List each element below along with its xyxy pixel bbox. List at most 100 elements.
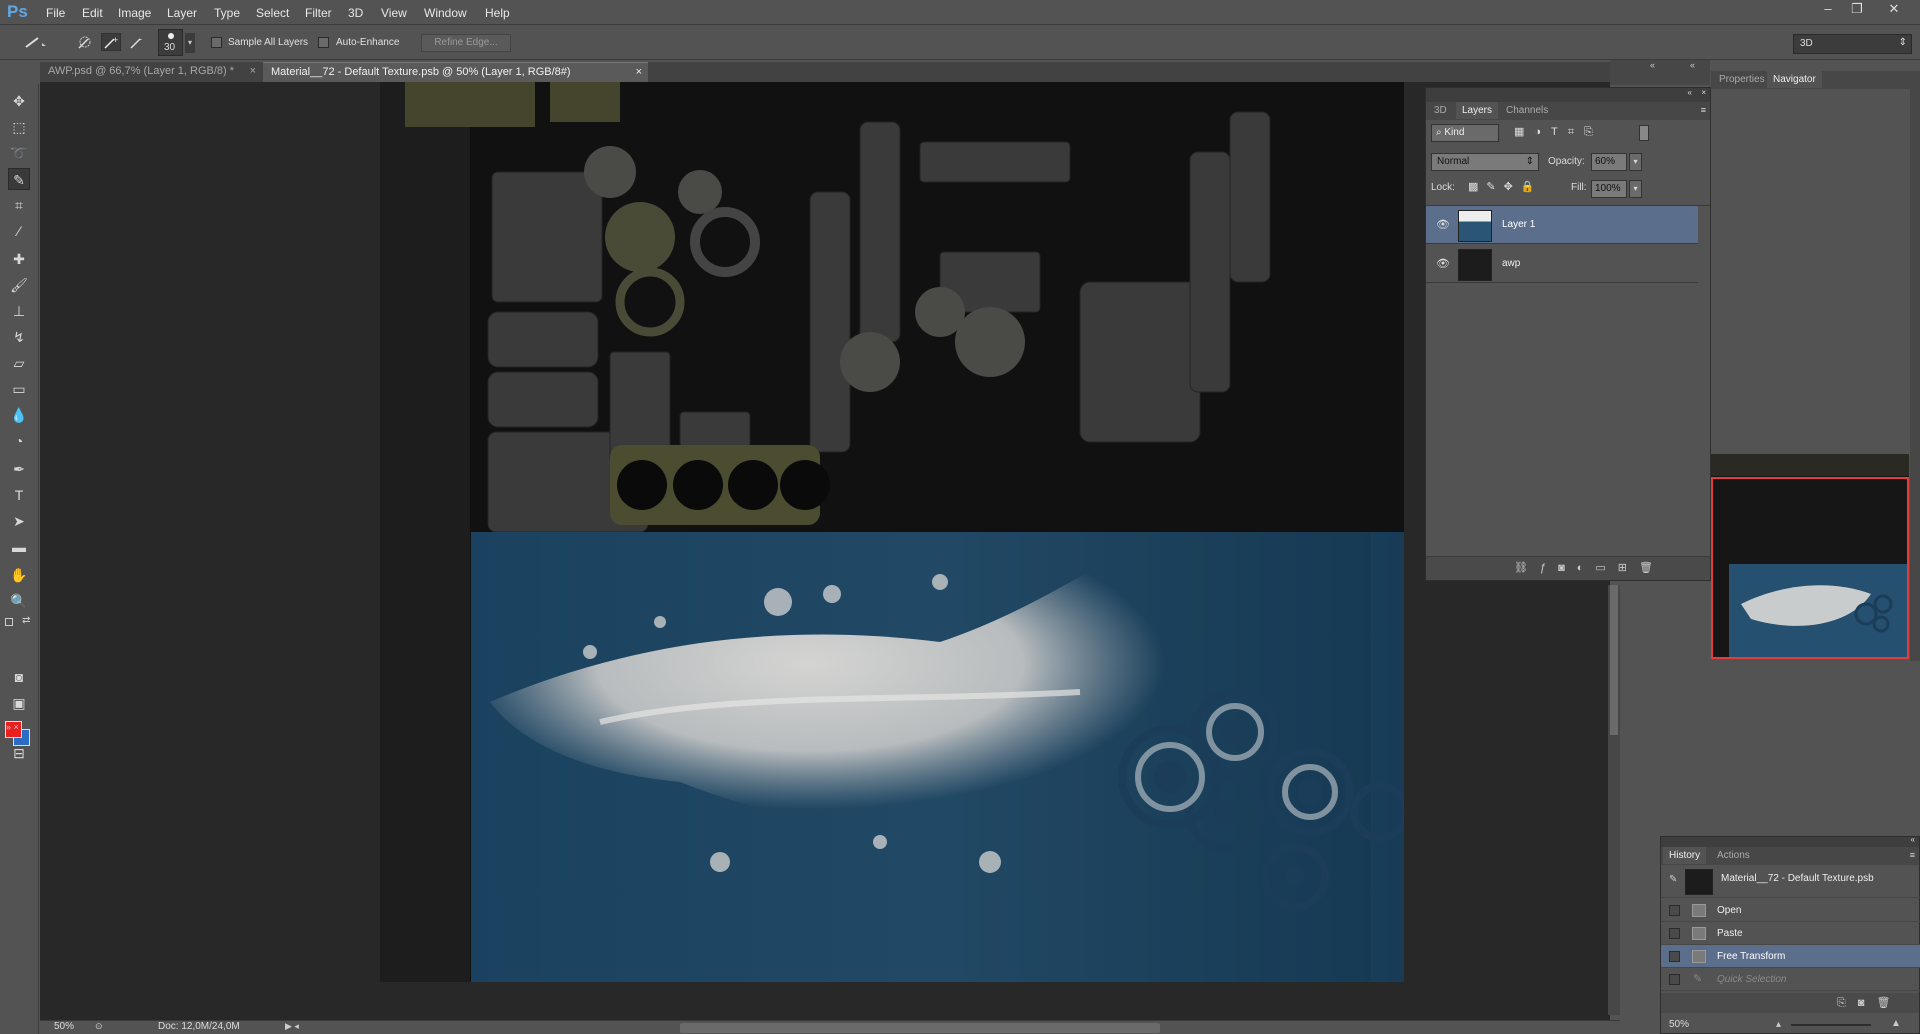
quick-mask-icon[interactable]: ◙: [8, 666, 30, 688]
status-info-icon[interactable]: ⊙: [95, 1021, 103, 1032]
menu-window[interactable]: Window: [424, 6, 467, 20]
chevron-down-icon[interactable]: ▾: [1629, 153, 1642, 171]
zoom-tool-icon[interactable]: 🔍: [8, 590, 30, 612]
tab-navigator[interactable]: Navigator: [1767, 71, 1822, 88]
tab-properties[interactable]: Properties: [1713, 71, 1771, 88]
screen-mode-icon[interactable]: ▣: [8, 692, 30, 714]
navigator-preview[interactable]: [1711, 454, 1909, 659]
tab-awp[interactable]: AWP.psd @ 66,7% (Layer 1, RGB/8) * ×: [40, 62, 262, 82]
filter-toggle[interactable]: [1639, 125, 1649, 141]
document-canvas[interactable]: [380, 82, 1404, 982]
history-source-checkbox[interactable]: [1669, 928, 1680, 939]
history-snapshot[interactable]: ✎ Material__72 - Default Texture.psb: [1661, 866, 1920, 898]
tab-channels[interactable]: Channels: [1500, 102, 1554, 119]
new-selection-icon[interactable]: [76, 34, 94, 50]
scrollbar-thumb[interactable]: [1610, 585, 1618, 735]
filter-kind-select[interactable]: ⌕ Kind: [1431, 124, 1499, 142]
move-tool-icon[interactable]: ✥: [8, 90, 30, 112]
chevron-down-icon[interactable]: ▾: [185, 33, 195, 53]
panel-menu-icon[interactable]: ≡: [1910, 850, 1915, 860]
pen-tool-icon[interactable]: ✒: [8, 458, 30, 480]
layer-row-awp[interactable]: 👁 awp: [1426, 245, 1698, 283]
tab-layers[interactable]: Layers: [1456, 102, 1499, 119]
zoom-out-icon[interactable]: ▴: [1776, 1019, 1781, 1030]
tab-close-icon[interactable]: ×: [250, 65, 256, 77]
horizontal-scrollbar-thumb[interactable]: [680, 1023, 1160, 1033]
restore-icon[interactable]: ❐: [1845, 1, 1869, 17]
menu-type[interactable]: Type: [214, 6, 240, 20]
zoom-in-icon[interactable]: ▲: [1891, 1018, 1901, 1029]
close-panel-icon[interactable]: ×: [1701, 88, 1706, 97]
menu-help[interactable]: Help: [485, 6, 510, 20]
menu-select[interactable]: Select: [256, 6, 289, 20]
collapse-icon[interactable]: «: [1911, 835, 1915, 844]
tab-3d[interactable]: 3D: [1428, 102, 1453, 119]
history-item-quick-selection[interactable]: ✎ Quick Selection: [1661, 968, 1920, 991]
history-source-checkbox[interactable]: [1669, 905, 1680, 916]
lasso-tool-icon[interactable]: ➰: [8, 142, 30, 164]
visibility-eye-icon[interactable]: 👁: [1436, 257, 1450, 270]
quick-selection-icon[interactable]: [24, 35, 50, 49]
auto-enhance-checkbox[interactable]: [318, 37, 329, 48]
history-brush-source-icon[interactable]: ✎: [1669, 874, 1677, 885]
menu-file[interactable]: File: [46, 6, 65, 20]
brush-preset-picker[interactable]: 30: [158, 29, 183, 56]
history-action-icons[interactable]: ⎘◙🗑: [1837, 996, 1902, 1010]
dodge-tool-icon[interactable]: ◔: [8, 430, 30, 452]
marquee-tool-icon[interactable]: ⬚: [8, 116, 30, 138]
subtract-from-selection-icon[interactable]: -: [128, 34, 146, 50]
layer-row-layer-1[interactable]: 👁 Layer 1: [1426, 206, 1698, 244]
zoom-slider[interactable]: [1791, 1024, 1871, 1026]
blur-tool-icon[interactable]: 💧: [8, 404, 30, 426]
lock-icons[interactable]: ▩✎✥🔒: [1468, 180, 1543, 193]
clone-stamp-tool-icon[interactable]: ⊥: [8, 300, 30, 322]
quick-selection-tool-icon[interactable]: ✎: [8, 168, 30, 190]
collapse-icon[interactable]: «: [1688, 88, 1692, 97]
photoshop-logo[interactable]: Ps: [7, 2, 28, 22]
menu-filter[interactable]: Filter: [305, 6, 332, 20]
tab-material[interactable]: Material__72 - Default Texture.psb @ 50%…: [263, 62, 648, 82]
sample-all-layers-checkbox[interactable]: [211, 37, 222, 48]
minimize-icon[interactable]: –: [1816, 1, 1840, 17]
history-source-checkbox[interactable]: [1669, 974, 1680, 985]
crop-tool-icon[interactable]: ⌗: [8, 194, 30, 216]
filter-icons[interactable]: ▦◑T⌗⎘: [1514, 125, 1603, 139]
gradient-tool-icon[interactable]: ▭: [8, 378, 30, 400]
opacity-input[interactable]: 60%: [1591, 153, 1627, 171]
add-to-selection-icon[interactable]: +: [101, 33, 121, 51]
brush-tool-icon[interactable]: 🖌: [8, 274, 30, 296]
healing-brush-tool-icon[interactable]: ✚: [8, 248, 30, 270]
menu-layer[interactable]: Layer: [167, 6, 197, 20]
panel-menu-icon[interactable]: ≡: [1701, 105, 1706, 115]
history-brush-tool-icon[interactable]: ↯: [8, 326, 30, 348]
menu-view[interactable]: View: [381, 6, 407, 20]
hand-tool-icon[interactable]: ✋: [8, 564, 30, 586]
collapse-icon[interactable]: «: [1650, 60, 1655, 70]
close-icon[interactable]: ✕: [1882, 1, 1906, 17]
path-selection-tool-icon[interactable]: ➤: [8, 510, 30, 532]
refine-edge-button[interactable]: Refine Edge...: [421, 34, 511, 52]
visibility-eye-icon[interactable]: 👁: [1436, 218, 1450, 231]
history-source-checkbox[interactable]: [1669, 951, 1680, 962]
zoom-level[interactable]: 50%: [54, 1021, 74, 1032]
history-item-open[interactable]: Open: [1661, 899, 1920, 922]
rectangle-tool-icon[interactable]: ▬: [8, 536, 30, 558]
menu-image[interactable]: Image: [118, 6, 151, 20]
layer-action-icons[interactable]: ⛓ƒ◙◐▭⊞🗑: [1514, 561, 1665, 574]
menu-3d[interactable]: 3D: [348, 6, 363, 20]
type-tool-icon[interactable]: T: [8, 484, 30, 506]
tab-actions[interactable]: Actions: [1711, 847, 1756, 864]
expand-toolbox-icon[interactable]: » ×: [6, 722, 19, 732]
workspace-select[interactable]: 3D ⇕: [1793, 34, 1912, 54]
fill-input[interactable]: 100%: [1591, 180, 1627, 198]
swap-colors-icon[interactable]: ⇄: [22, 615, 30, 626]
default-colors-icon[interactable]: [5, 618, 13, 626]
navigator-zoom-value[interactable]: 50%: [1669, 1019, 1689, 1030]
timeline-icon[interactable]: ⊟: [8, 742, 30, 764]
chevron-down-icon[interactable]: ▾: [1629, 180, 1642, 198]
status-menu-arrow-icon[interactable]: ▶ ◂: [285, 1021, 299, 1032]
eyedropper-tool-icon[interactable]: ⁄: [8, 220, 30, 242]
tab-history[interactable]: History: [1663, 847, 1707, 864]
history-item-free-transform[interactable]: Free Transform: [1661, 945, 1920, 968]
collapse-icon[interactable]: «: [1690, 60, 1695, 70]
